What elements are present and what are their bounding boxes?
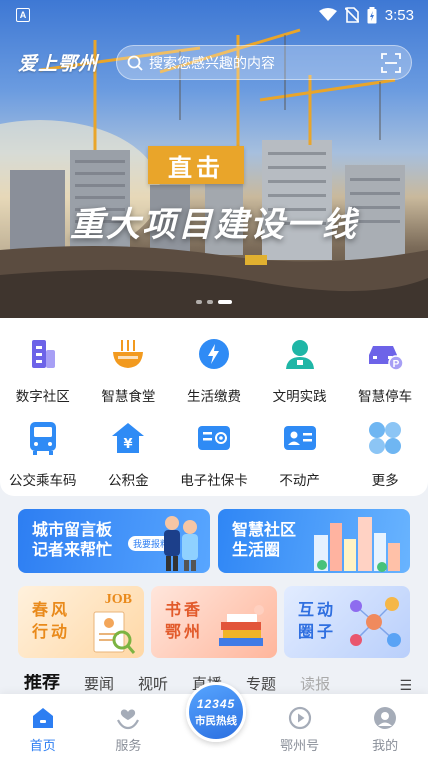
app-logo[interactable]: 爱上鄂州 [18,49,98,76]
tile-title: 春风 [32,602,71,619]
search-bar[interactable]: 搜索您感兴趣的内容 [116,45,412,80]
job-badge: JOB [104,592,132,607]
user-avatar-icon [374,707,397,729]
promo-subtitle: 记者来帮忙 [32,542,113,559]
grid-icon [369,422,402,454]
reporters-illustration [164,516,198,571]
service-label: 公积金 [108,473,149,488]
nav-service[interactable]: 服务 [93,706,163,754]
service-smart-canteen[interactable]: 智慧食堂 [88,334,168,418]
nav-home[interactable]: 首页 [8,706,78,754]
carousel-dot [196,300,202,304]
status-time: 3:53 [384,6,414,24]
house-yuan-icon: ¥ [112,423,145,453]
tab-video[interactable]: 视听 [138,674,168,694]
car-icon: P [369,346,404,371]
hotline-label: 市民热线 [195,714,237,727]
service-digital-community[interactable]: 数字社区 [3,334,83,418]
tab-topics[interactable]: 专题 [246,674,276,694]
banner-title: 重大项目建设一线 [70,206,358,244]
tabs-menu-icon[interactable]: ☰ [399,677,412,694]
status-bar: A 3:53 [0,0,428,30]
water-drop-icon [198,339,229,369]
carousel-dot-active [218,300,232,304]
search-icon [127,55,143,71]
tab-headlines[interactable]: 要闻 [84,674,114,694]
hotline-number: 12345 [196,696,236,711]
tile-title: 书香 [165,602,204,619]
home-icon [32,708,53,728]
hands-heart-icon [117,709,140,730]
services-grid: 数字社区 智慧食堂 生活缴费 文明实践 P 智慧停车 公交乘车码 ¥ 公积金 电… [0,318,428,496]
service-civilization-practice[interactable]: 文明实践 [260,334,340,418]
tile-interactive-circle[interactable]: 互动 圈子 [284,586,410,658]
scan-icon[interactable] [381,52,401,73]
card-icon [197,426,230,450]
nav-ezhou-account[interactable]: 鄂州号 [265,706,335,754]
svg-text:P: P [393,359,400,370]
promo-city-message-board[interactable]: 城市留言板 记者来帮忙 我要报料 [18,509,210,573]
carousel-indicator [0,300,428,304]
wifi-icon [318,8,337,21]
nav-mine[interactable]: 我的 [350,706,420,754]
no-sim-icon [344,7,359,23]
city-buildings-illustration [314,517,400,572]
promo-smart-community[interactable]: 智慧社区 生活圈 [218,509,410,573]
bowl-icon [113,340,144,368]
search-input[interactable]: 搜索您感兴趣的内容 [149,53,381,73]
tile-scholarly-ezhou[interactable]: 书香 鄂州 [151,586,277,658]
service-housing-fund[interactable]: ¥ 公积金 [88,418,168,502]
hero-banner[interactable]: 爱上鄂州 搜索您感兴趣的内容 直击 重大项目建设一线 [0,0,428,318]
promo-subtitle: 生活圈 [232,542,281,559]
service-label: 公交乘车码 [9,473,77,488]
play-circle-icon [288,706,311,730]
service-more[interactable]: 更多 [345,418,425,502]
service-label: 智慧食堂 [101,389,156,404]
service-label: 电子社保卡 [180,473,248,488]
service-utility-payment[interactable]: 生活缴费 [174,334,254,418]
service-real-estate[interactable]: 不动产 [260,418,340,502]
network-illustration [350,597,401,647]
tab-recommend[interactable]: 推荐 [24,674,60,694]
banner-tag: 直击 [148,146,244,184]
id-card-icon [283,426,316,450]
tile-subtitle: 圈子 [298,624,337,641]
svg-text:¥: ¥ [124,437,133,452]
bus-icon [29,422,56,455]
tile-spring-action[interactable]: 春风行动 JOB [18,586,144,658]
building-icon [31,340,55,368]
nav-label: 首页 [29,738,56,753]
person-icon [285,340,314,369]
tab-newspaper[interactable]: 读报 [300,674,330,694]
service-label: 文明实践 [272,389,327,404]
carousel-dot [207,300,213,304]
service-bus-code[interactable]: 公交乘车码 [3,418,83,502]
citizen-hotline-button[interactable]: 12345 市民热线 [186,682,246,742]
promo-title: 城市留言板 [32,522,113,539]
resume-icon [93,611,136,654]
service-label: 数字社区 [15,389,70,404]
service-smart-parking[interactable]: P 智慧停车 [345,334,425,418]
service-social-security-card[interactable]: 电子社保卡 [174,418,254,502]
service-label: 生活缴费 [186,389,241,404]
books-illustration [219,605,264,646]
tile-subtitle: 鄂州 [165,624,204,641]
tile-subtitle: 行动 [32,624,71,641]
service-label: 智慧停车 [358,389,413,404]
app-notification-icon: A [16,8,30,22]
promo-title: 智慧社区 [232,522,297,539]
service-label: 更多 [371,473,399,488]
nav-label: 鄂州号 [280,738,320,753]
service-label: 不动产 [279,473,320,488]
nav-label: 服务 [115,738,142,753]
nav-label: 我的 [372,738,399,753]
battery-icon [367,6,377,23]
tile-title: 互动 [298,602,337,619]
